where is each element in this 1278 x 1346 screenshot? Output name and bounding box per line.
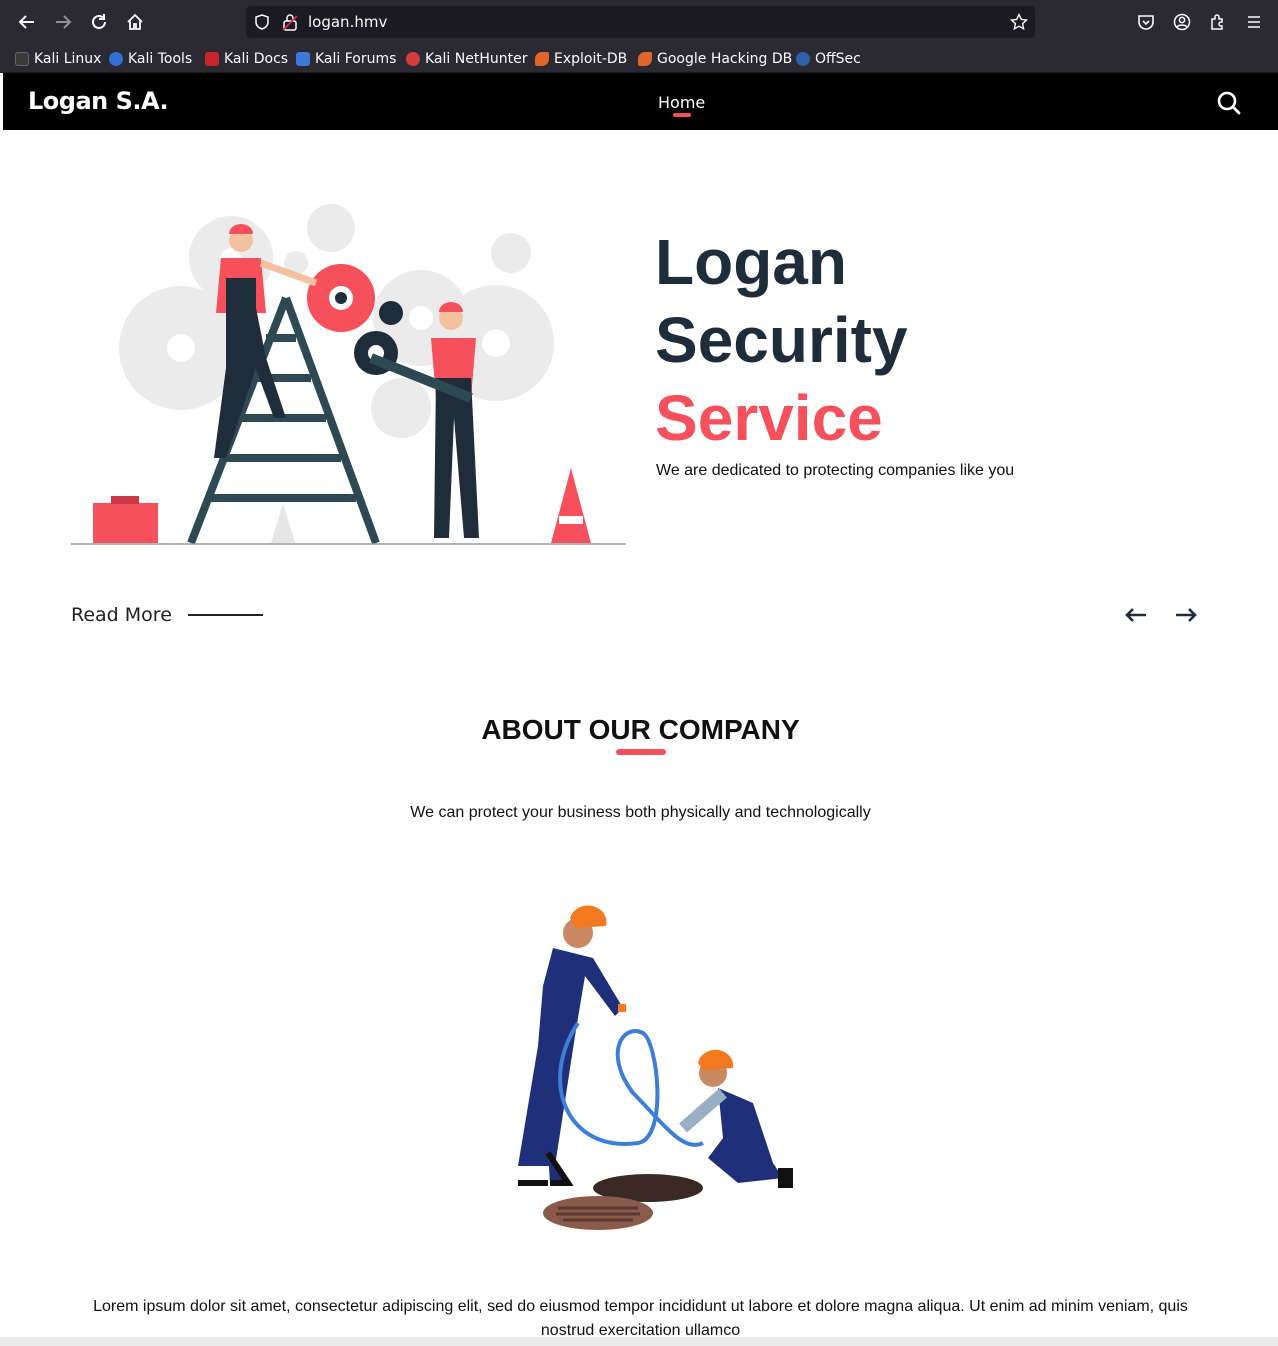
hero-subtitle: We are dedicated to protecting companies… — [656, 462, 1015, 479]
arrow-right-icon — [56, 15, 72, 29]
bookmark-kali-forums[interactable]: Kali Forums — [296, 49, 396, 69]
red-gear — [307, 264, 375, 332]
nav-active-indicator — [673, 113, 691, 117]
insecure-lock-icon[interactable] — [282, 13, 298, 31]
hero-title: Logan Security Service — [655, 223, 908, 457]
about-subtitle: We can protect your business both physic… — [410, 804, 871, 821]
nethunter-icon — [406, 52, 420, 66]
about-title-underline — [616, 749, 666, 755]
bookmark-google-hacking-db[interactable]: Google Hacking DB — [638, 49, 792, 69]
bookmark-kali-linux[interactable]: Kali Linux — [15, 49, 101, 69]
nav-home-link[interactable]: Home — [658, 93, 705, 112]
home-button[interactable] — [121, 8, 149, 36]
carousel-next-arrow-icon[interactable] — [1174, 603, 1198, 627]
bottom-edge-strip — [0, 1337, 1278, 1346]
account-icon — [1173, 13, 1191, 31]
kali-forums-icon — [296, 52, 310, 66]
kali-docs-icon — [205, 52, 219, 66]
account-button[interactable] — [1168, 8, 1196, 36]
read-more-label: Read More — [71, 604, 172, 626]
pocket-icon — [1138, 15, 1154, 30]
kali-tools-icon — [109, 52, 123, 66]
reload-button[interactable] — [85, 8, 113, 36]
arrow-left-icon — [18, 15, 34, 29]
offsec-icon — [796, 52, 810, 66]
web-page: Logan S.A. Home Logan Security Service W… — [3, 73, 1278, 1346]
forward-button[interactable] — [49, 8, 77, 36]
star-bookmark-icon[interactable] — [1010, 13, 1028, 31]
bookmark-kali-tools[interactable]: Kali Tools — [109, 49, 192, 69]
url-text[interactable]: logan.hmv — [308, 13, 387, 31]
bookmark-label: Kali Docs — [224, 51, 289, 67]
hero-title-line3: Service — [655, 382, 883, 454]
hamburger-menu-icon — [1248, 16, 1260, 28]
brand-logo[interactable]: Logan S.A. — [28, 87, 169, 115]
bookmark-label: Kali Forums — [315, 51, 397, 67]
bookmark-offsec[interactable]: OffSec — [796, 49, 861, 69]
traffic-cone — [551, 468, 591, 543]
url-bar[interactable]: logan.hmv — [246, 6, 1035, 38]
kali-dragon-icon — [15, 52, 29, 66]
puzzle-icon — [1211, 14, 1223, 30]
bookmark-label: Kali Tools — [128, 51, 193, 67]
hose — [558, 1021, 704, 1147]
bookmark-kali-nethunter[interactable]: Kali NetHunter — [406, 49, 527, 69]
site-navbar: Logan S.A. Home — [3, 73, 1278, 130]
exploit-db-icon — [535, 52, 549, 66]
about-body-text: Lorem ipsum dolor sit amet, consectetur … — [93, 1298, 1188, 1339]
bookmark-label: Kali Linux — [34, 51, 102, 67]
back-button[interactable] — [13, 8, 41, 36]
carousel-prev-arrow-icon[interactable] — [1124, 603, 1148, 627]
browser-toolbar: logan.hmv — [0, 0, 1278, 44]
read-more-link[interactable]: Read More — [71, 604, 263, 626]
bookmark-exploit-db[interactable]: Exploit-DB — [535, 49, 627, 69]
read-more-line — [187, 614, 263, 616]
about-illustration — [518, 905, 793, 1230]
search-icon[interactable] — [1216, 90, 1242, 116]
shield-icon[interactable] — [254, 14, 270, 30]
bookmarks-bar: Kali Linux Kali Tools Kali Docs Kali For… — [0, 44, 1278, 73]
home-icon — [127, 13, 143, 30]
bookmark-label: Exploit-DB — [554, 51, 628, 67]
about-section-title: ABOUT OUR COMPANY — [481, 714, 800, 745]
hero-title-line1: Logan — [655, 226, 847, 298]
pocket-button[interactable] — [1132, 8, 1160, 36]
ghdb-icon — [638, 52, 652, 66]
hero-illustration — [71, 204, 626, 545]
bookmark-label: Google Hacking DB — [657, 51, 793, 67]
bookmark-label: OffSec — [815, 51, 861, 67]
menu-button[interactable] — [1240, 8, 1268, 36]
hero-title-line2: Security — [655, 304, 908, 376]
bookmark-label: Kali NetHunter — [425, 51, 528, 67]
extensions-button[interactable] — [1204, 8, 1232, 36]
kneeling-worker — [679, 1049, 793, 1188]
reload-icon — [92, 14, 106, 29]
toolbox — [93, 496, 158, 543]
bookmark-kali-docs[interactable]: Kali Docs — [205, 49, 288, 69]
